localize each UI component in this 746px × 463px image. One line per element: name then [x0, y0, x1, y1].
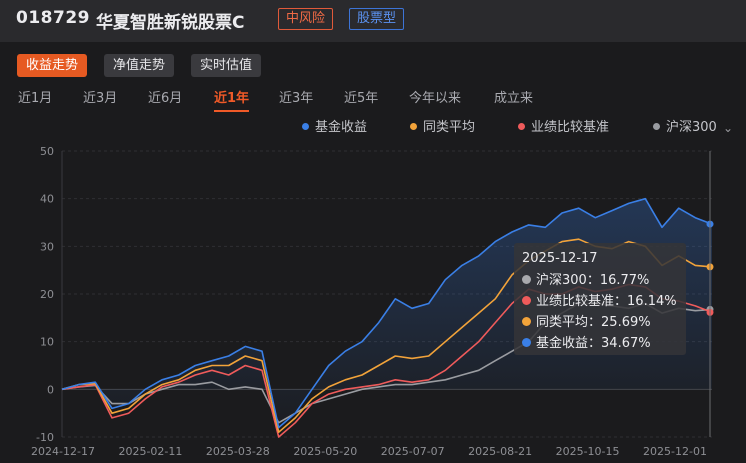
y-tick-label: 0: [47, 383, 54, 396]
return-trend-chart[interactable]: 50 40 30 20 10 0 -10 2024-12-17 2025-02-11 2025-…: [0, 0, 746, 463]
tooltip-series-name: 业绩比较基准: [536, 294, 615, 309]
tooltip-series-value: 16.77%: [599, 273, 650, 288]
tooltip-row-benchmark: 业绩比较基准：16.14%: [522, 291, 678, 312]
x-tick-label: 2024-12-17: [31, 445, 95, 458]
x-tick-label: 2025-12-01: [643, 445, 707, 458]
x-tick-label: 2025-08-21: [468, 445, 532, 458]
y-tick-label: 30: [40, 240, 54, 253]
tooltip-dot: [522, 338, 531, 347]
data-tooltip: 2025-12-17 沪深300：16.77% 业绩比较基准：16.14% 同类…: [514, 243, 686, 355]
y-tick-label: 10: [40, 336, 54, 349]
tooltip-series-name: 同类平均: [536, 315, 589, 330]
y-tick-label: 20: [40, 288, 54, 301]
x-tick-label: 2025-07-07: [381, 445, 445, 458]
tooltip-series-name: 基金收益: [536, 336, 589, 351]
tooltip-row-fund-return: 基金收益：34.67%: [522, 333, 678, 354]
x-tick-label: 2025-03-28: [206, 445, 270, 458]
y-tick-label: 50: [40, 145, 54, 158]
x-tick-label: 2025-05-20: [293, 445, 357, 458]
tooltip-date: 2025-12-17: [522, 251, 598, 266]
y-tick-label: 40: [40, 193, 54, 206]
tooltip-dot: [522, 296, 531, 305]
y-tick-label: -10: [36, 431, 54, 444]
tooltip-dot: [522, 317, 531, 326]
tooltip-series-value: 34.67%: [601, 336, 651, 351]
tooltip-series-name: 沪深300: [536, 273, 587, 288]
tooltip-series-value: 16.14%: [627, 294, 677, 309]
tooltip-dot: [522, 275, 531, 284]
x-tick-label: 2025-10-15: [556, 445, 620, 458]
x-tick-label: 2025-02-11: [118, 445, 182, 458]
tooltip-row-peer-average: 同类平均：25.69%: [522, 312, 678, 333]
tooltip-row-csi300: 沪深300：16.77%: [522, 270, 678, 291]
tooltip-series-value: 25.69%: [601, 315, 651, 330]
